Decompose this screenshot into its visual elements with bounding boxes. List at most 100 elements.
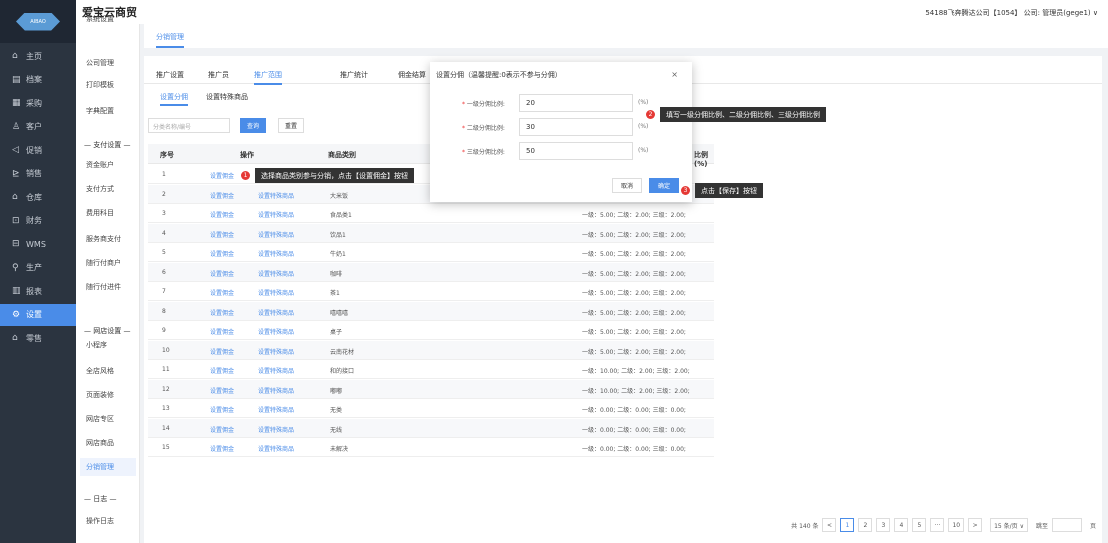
page-button[interactable]: ··· — [930, 518, 945, 532]
tab-commission[interactable]: 佣金结算 — [398, 70, 426, 80]
cell-no: 4 — [162, 229, 166, 237]
set-special-goods-link[interactable]: 设置特殊商品 — [258, 366, 294, 375]
nav-item-2[interactable]: ▦ 采购 — [0, 92, 76, 114]
set-special-goods-link[interactable]: 设置特殊商品 — [258, 191, 294, 200]
subnav-item[interactable]: 系统设置 — [86, 14, 114, 24]
page-button[interactable]: 2 — [858, 518, 873, 532]
subnav-item[interactable]: 支付方式 — [86, 184, 114, 194]
nav-item-8[interactable]: ⊟ WMS — [0, 233, 76, 255]
set-commission-link[interactable]: 设置佣金 — [210, 347, 234, 356]
nav-item-11[interactable]: ⚙ 设置 — [0, 303, 76, 326]
set-special-goods-link[interactable]: 设置特殊商品 — [258, 210, 294, 219]
subnav-item[interactable]: 随行付进件 — [86, 282, 121, 292]
subnav-item[interactable]: 网店商品 — [86, 438, 114, 448]
subnav-item[interactable]: 资金账户 — [86, 160, 114, 170]
set-commission-link[interactable]: 设置佣金 — [210, 386, 234, 395]
set-special-goods-link[interactable]: 设置特殊商品 — [258, 444, 294, 453]
set-commission-link[interactable]: 设置佣金 — [210, 405, 234, 414]
set-commission-link[interactable]: 设置佣金 — [210, 230, 234, 239]
subnav-item[interactable]: 网店专区 — [86, 414, 114, 424]
set-special-goods-link[interactable]: 设置特殊商品 — [258, 347, 294, 356]
subnav-item[interactable]: 字典配置 — [86, 106, 114, 116]
nav-icon: ▦ — [12, 98, 21, 108]
tab-promo-stats[interactable]: 推广统计 — [340, 70, 368, 80]
set-commission-link[interactable]: 设置佣金 — [210, 444, 234, 453]
page-size-select[interactable]: 15 条/页 ∨ — [990, 518, 1028, 532]
nav-item-3[interactable]: ♙ 客户 — [0, 116, 76, 138]
account-menu[interactable]: 54188飞奔腾达公司【1054】 公司: 管理员(gege1) ∨ — [925, 8, 1098, 18]
level2-unit: (%) — [638, 123, 649, 130]
set-commission-link[interactable]: 设置佣金 — [210, 308, 234, 317]
nav-item-10[interactable]: ▥ 报表 — [0, 280, 76, 302]
set-commission-link[interactable]: 设置佣金 — [210, 288, 234, 297]
nav-item-7[interactable]: ⊡ 财务 — [0, 210, 76, 232]
level2-input[interactable]: 30 — [519, 118, 633, 136]
tab-promo-settings[interactable]: 推广设置 — [156, 70, 184, 80]
subnav-item[interactable]: 费用科目 — [86, 208, 114, 218]
subnav-item[interactable]: 随行付商户 — [86, 258, 121, 268]
set-commission-link[interactable]: 设置佣金 — [210, 366, 234, 375]
nav-icon: ⌂ — [12, 51, 18, 61]
th-action: 操作 — [240, 151, 254, 159]
subnav-item[interactable]: 操作日志 — [86, 516, 114, 526]
tab-promo-scope[interactable]: 推广范围 — [254, 70, 282, 85]
subnav-item[interactable]: 打印模板 — [86, 80, 114, 90]
tab-distribution[interactable]: 分销管理 — [156, 32, 184, 48]
set-special-goods-link[interactable]: 设置特殊商品 — [258, 425, 294, 434]
set-commission-link[interactable]: 设置佣金 — [210, 425, 234, 434]
field-level3: * 三级分佣比例: 50 (%) — [430, 142, 692, 160]
page-button[interactable]: 10 — [948, 518, 965, 532]
query-button[interactable]: 查询 — [240, 118, 266, 133]
page-button[interactable]: 5 — [912, 518, 927, 532]
subnav-item[interactable]: 小程序 — [86, 340, 107, 350]
reset-button[interactable]: 重置 — [278, 118, 304, 133]
subnav-item[interactable]: 服务商支付 — [86, 234, 121, 244]
set-special-goods-link[interactable]: 设置特殊商品 — [258, 269, 294, 278]
nav-label: 采购 — [26, 98, 42, 108]
nav-item-6[interactable]: ⌂ 仓库 — [0, 186, 76, 208]
nav-item-9[interactable]: ⚲ 生产 — [0, 257, 76, 279]
set-special-goods-link[interactable]: 设置特殊商品 — [258, 386, 294, 395]
subnav-item[interactable]: 页面装修 — [86, 390, 114, 400]
cell-rate: 一级：5.00; 二级：2.00; 三级：2.00; — [582, 212, 686, 219]
set-special-goods-link[interactable]: 设置特殊商品 — [258, 308, 294, 317]
nav-item-12[interactable]: ⌂ 零售 — [0, 327, 76, 349]
set-special-goods-link[interactable]: 设置特殊商品 — [258, 327, 294, 336]
set-special-goods-link[interactable]: 设置特殊商品 — [258, 288, 294, 297]
nav-item-5[interactable]: ⊵ 销售 — [0, 163, 76, 185]
set-commission-link[interactable]: 设置佣金 — [210, 210, 234, 219]
search-input[interactable]: 分类名称/编号 — [148, 118, 230, 133]
goto-input[interactable] — [1051, 518, 1082, 532]
nav-icon: ⚙ — [12, 309, 21, 320]
ok-button[interactable]: 确定 — [649, 178, 679, 193]
tab-promoters[interactable]: 推广员 — [208, 70, 229, 80]
subnav-item[interactable]: 全店风格 — [86, 366, 114, 376]
set-special-goods-link[interactable]: 设置特殊商品 — [258, 405, 294, 414]
prev-page-button[interactable]: < — [822, 518, 837, 532]
next-page-button[interactable]: > — [968, 518, 983, 532]
cell-category: 牛奶1 — [330, 251, 346, 258]
page-button[interactable]: 4 — [894, 518, 909, 532]
tab-set-commission[interactable]: 设置分佣 — [160, 92, 188, 106]
nav-label: 主页 — [26, 51, 42, 61]
tab-special-goods[interactable]: 设置特殊商品 — [206, 92, 248, 102]
nav-item-4[interactable]: ◁ 促销 — [0, 139, 76, 161]
set-special-goods-link[interactable]: 设置特殊商品 — [258, 230, 294, 239]
set-commission-link[interactable]: 设置佣金 — [210, 327, 234, 336]
set-special-goods-link[interactable]: 设置特殊商品 — [258, 249, 294, 258]
cancel-button[interactable]: 取消 — [612, 178, 642, 193]
set-commission-link[interactable]: 设置佣金 — [210, 171, 234, 180]
close-icon[interactable]: × — [671, 70, 678, 79]
subnav-item[interactable]: 分销管理 — [80, 458, 136, 476]
step-badge-1: 1 — [241, 171, 250, 180]
set-commission-link[interactable]: 设置佣金 — [210, 269, 234, 278]
subnav-item[interactable]: 公司管理 — [86, 58, 114, 68]
set-commission-link[interactable]: 设置佣金 — [210, 249, 234, 258]
level1-input[interactable]: 20 — [519, 94, 633, 112]
level3-input[interactable]: 50 — [519, 142, 633, 160]
page-button[interactable]: 3 — [876, 518, 891, 532]
set-commission-link[interactable]: 设置佣金 — [210, 191, 234, 200]
nav-item-1[interactable]: ▤ 档案 — [0, 69, 76, 91]
nav-item-0[interactable]: ⌂ 主页 — [0, 45, 76, 67]
page-button[interactable]: 1 — [840, 518, 855, 532]
